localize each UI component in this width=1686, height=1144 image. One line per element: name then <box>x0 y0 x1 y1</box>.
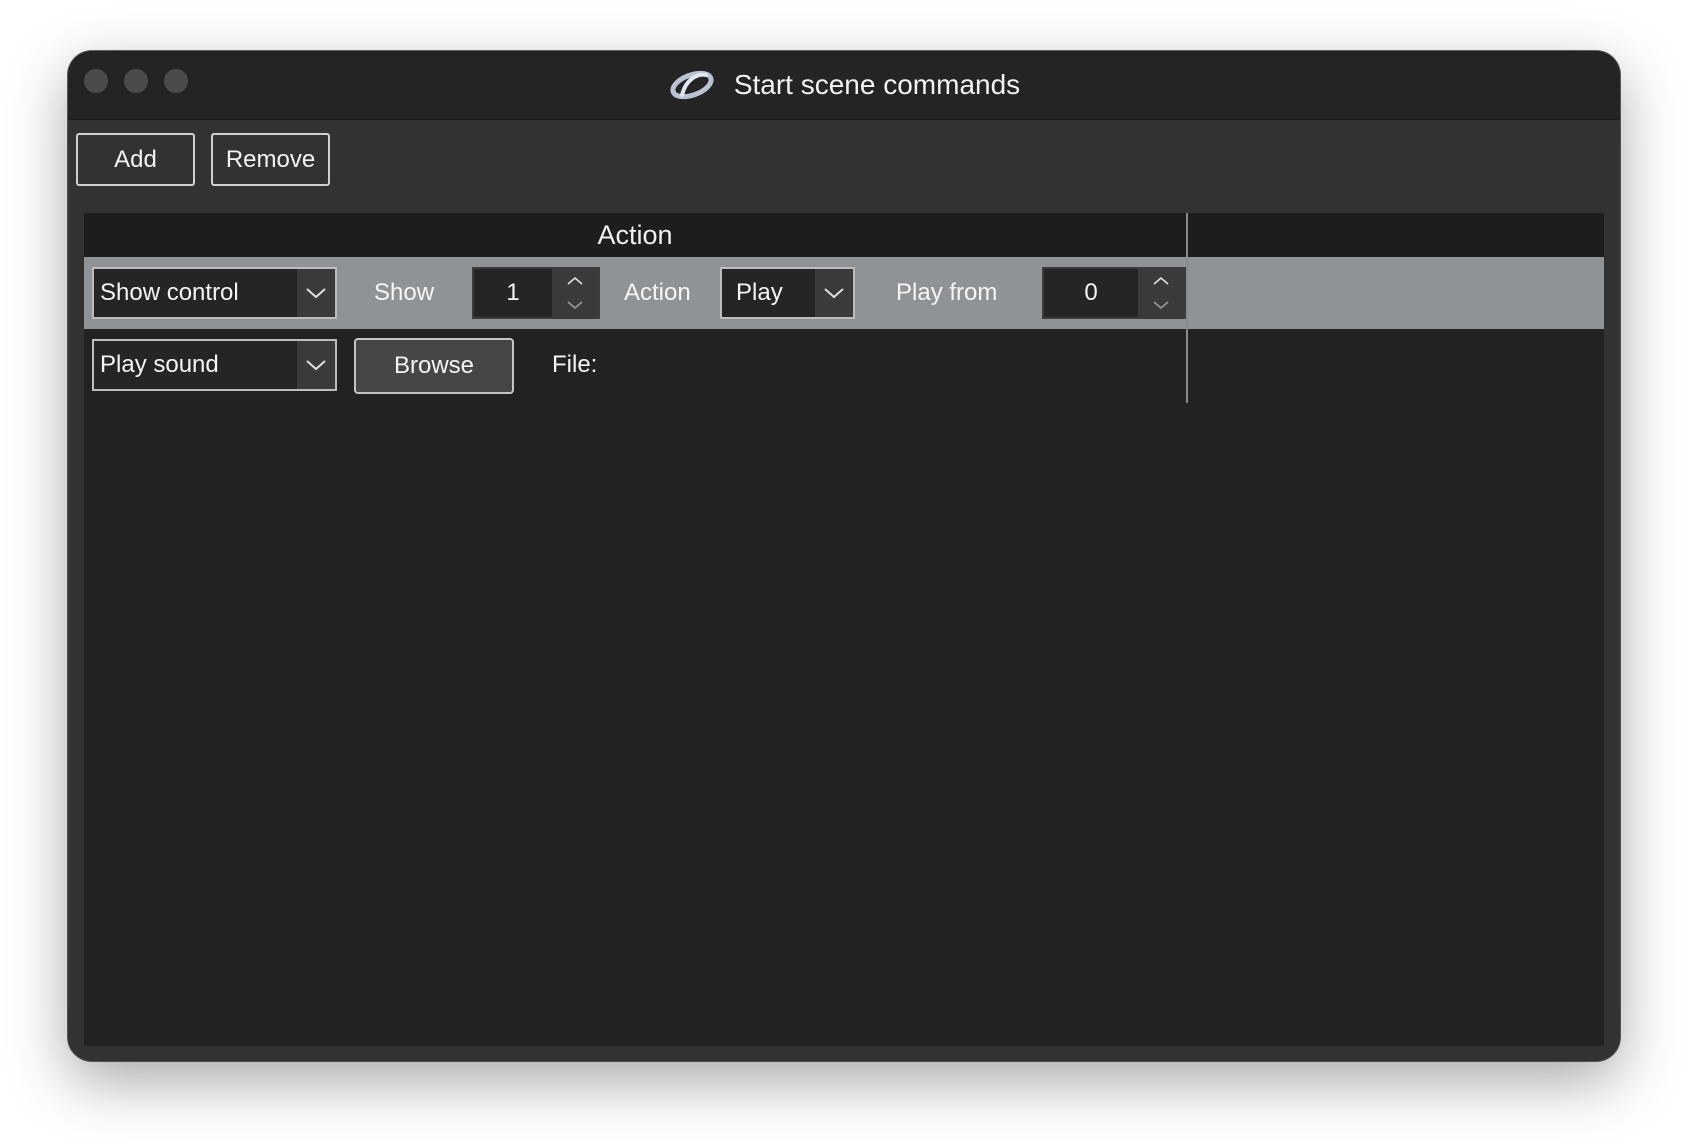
column-header-action[interactable]: Action <box>84 213 1186 257</box>
show-label: Show <box>374 279 435 306</box>
show-number-spinbox[interactable]: 1 <box>472 267 600 319</box>
chevron-down-icon[interactable] <box>552 293 598 317</box>
spin-buttons <box>1138 269 1184 317</box>
action-label: Action <box>624 279 691 306</box>
file-label: File: <box>552 351 598 378</box>
browse-button[interactable]: Browse <box>354 338 514 394</box>
table-row[interactable]: Play sound Browse File: <box>84 329 1604 401</box>
action-select[interactable]: Play <box>720 267 855 319</box>
chevron-up-icon[interactable] <box>552 269 598 293</box>
chevron-down-icon[interactable] <box>815 269 853 317</box>
toolbar: Add Remove <box>76 133 330 186</box>
command-type-value: Show control <box>100 279 239 306</box>
title-group: Start scene commands <box>68 51 1620 119</box>
command-type-value: Play sound <box>100 351 219 378</box>
add-button[interactable]: Add <box>76 133 195 186</box>
table-row[interactable]: Show control Show 1 Action Play Play fro… <box>84 257 1604 329</box>
command-type-select[interactable]: Show control <box>92 267 337 319</box>
play-from-label: Play from <box>896 279 998 306</box>
commands-table: Action Show control Show 1 Action Play P… <box>84 213 1604 1046</box>
chevron-down-icon[interactable] <box>297 269 335 317</box>
spin-buttons <box>552 269 598 317</box>
remove-button[interactable]: Remove <box>211 133 330 186</box>
title-bar: Start scene commands <box>68 51 1620 120</box>
action-value: Play <box>736 279 783 306</box>
show-number-value[interactable]: 1 <box>474 269 552 317</box>
play-from-spinbox[interactable]: 0 <box>1042 267 1186 319</box>
dialog-window: Start scene commands Add Remove Action S… <box>68 51 1620 1061</box>
command-type-select[interactable]: Play sound <box>92 339 337 391</box>
window-title: Start scene commands <box>733 69 1021 100</box>
play-from-value[interactable]: 0 <box>1044 269 1138 317</box>
table-header: Action <box>84 213 1604 257</box>
chevron-up-icon[interactable] <box>1138 269 1184 293</box>
app-logo-icon <box>670 70 714 100</box>
chevron-down-icon[interactable] <box>1138 293 1184 317</box>
column-divider[interactable] <box>1186 213 1188 403</box>
chevron-down-icon[interactable] <box>297 341 335 389</box>
